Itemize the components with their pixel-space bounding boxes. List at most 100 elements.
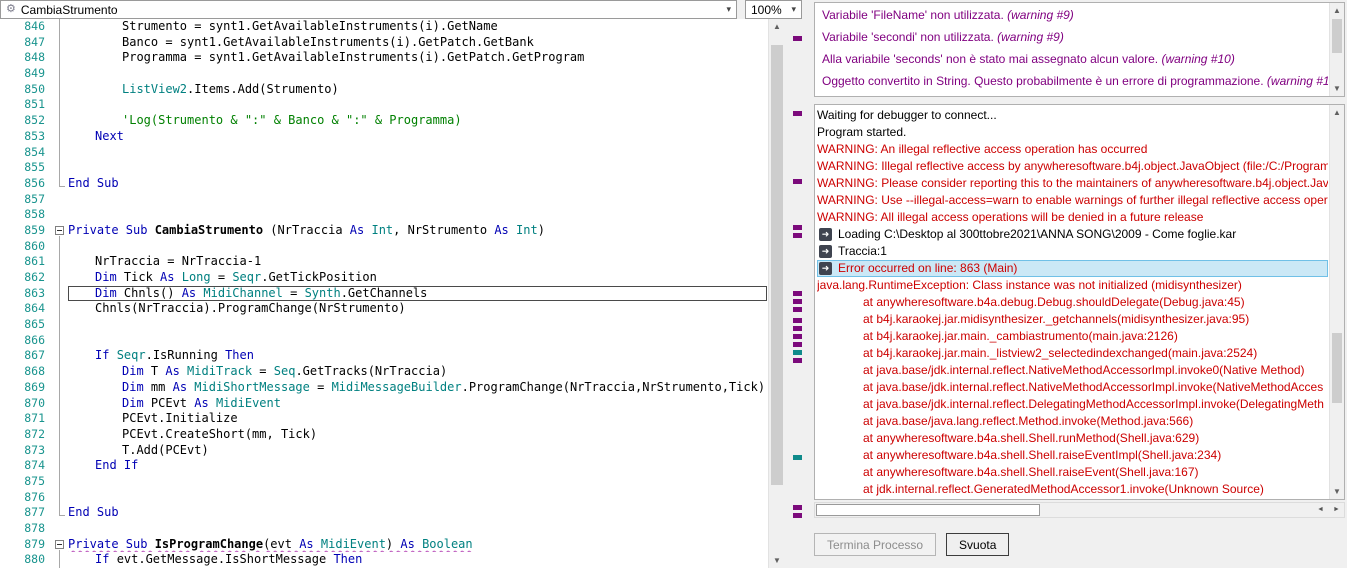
code-line[interactable]: 866 (0, 332, 768, 349)
scrollbar-thumb[interactable] (816, 504, 1040, 516)
goto-line-icon[interactable]: ➜ (819, 262, 832, 275)
scrollbar-thumb[interactable] (771, 45, 783, 485)
code-line[interactable]: 849 (0, 66, 768, 82)
code-line[interactable]: 853 Next (0, 128, 768, 145)
warning-item[interactable]: Variabile 'FileName' non utilizzata. (wa… (816, 4, 1328, 26)
log-line[interactable]: Program started. (817, 124, 1328, 141)
code-line[interactable]: 851 (0, 97, 768, 113)
scroll-left-icon[interactable]: ◄ (1313, 503, 1328, 517)
log-error-line[interactable]: at java.base/java.lang.reflect.Method.in… (817, 413, 1328, 430)
goto-line-icon[interactable]: ➜ (819, 228, 832, 241)
warning-item[interactable]: Alla variabile 'seconds' non è stato mai… (816, 48, 1328, 70)
code-line[interactable]: 879 Private Sub IsProgramChange(evt As Mi… (0, 537, 768, 553)
code-line[interactable]: 857 (0, 192, 768, 208)
code-line[interactable]: 878 (0, 521, 768, 537)
terminate-process-button[interactable]: Termina Processo (814, 533, 937, 556)
logs-horizontal-scrollbar[interactable]: ◄ ► (814, 502, 1345, 518)
warning-mark[interactable] (793, 233, 802, 238)
warning-mark[interactable] (793, 299, 802, 304)
warning-mark[interactable] (793, 318, 802, 323)
warning-mark[interactable] (793, 358, 802, 363)
log-error-line[interactable]: WARNING: Use --illegal-access=warn to en… (817, 192, 1328, 209)
log-error-line[interactable]: at anywheresoftware.b4a.debug.Debug.shou… (817, 294, 1328, 311)
code-line[interactable]: 870 Dim PCEvt As MidiEvent (0, 395, 768, 412)
log-error-line[interactable]: at b4j.karaokej.jar.main._cambiastrument… (817, 328, 1328, 345)
code-line[interactable]: 873 T.Add(PCEvt) (0, 442, 768, 459)
log-error-line[interactable]: at java.base/jdk.internal.reflect.Native… (817, 379, 1328, 396)
scroll-up-icon[interactable]: ▲ (769, 19, 785, 34)
code-line[interactable]: 847 Banco = synt1.GetAvailableInstruments… (0, 34, 768, 51)
code-line[interactable]: 854 (0, 144, 768, 161)
fold-collapse-icon[interactable] (55, 539, 64, 549)
scrollbar-annotations[interactable] (786, 19, 809, 568)
code-line[interactable]: 880 If evt.GetMessage.IsShortMessage Then (0, 552, 768, 568)
warning-mark[interactable] (793, 505, 802, 510)
code-line[interactable]: 876 (0, 489, 768, 506)
code-line[interactable]: 875 (0, 473, 768, 490)
log-link-line[interactable]: ➜ Error occurred on line: 863 (Main) (817, 260, 1328, 277)
warning-mark[interactable] (793, 225, 802, 230)
zoom-selector[interactable]: 100% ▾ (745, 0, 802, 19)
logs-vertical-scrollbar[interactable]: ▲ ▼ (1329, 105, 1344, 499)
code-line[interactable]: 850 ListView2.Items.Add(Strumento) (0, 81, 768, 98)
fold-collapse-icon[interactable] (55, 225, 64, 235)
code-line[interactable]: 868 Dim T As MidiTrack = Seq.GetTracks(Nr… (0, 364, 768, 380)
log-error-line[interactable]: at anywheresoftware.b4a.shell.Shell.runM… (817, 430, 1328, 447)
code-editor[interactable]: 846 Strumento = synt1.GetAvailableInstrum… (0, 19, 768, 568)
log-error-line[interactable]: at b4j.karaokej.jar.main._listview2_sele… (817, 345, 1328, 362)
warning-mark[interactable] (793, 179, 802, 184)
code-line[interactable]: 864 Chnls(NrTraccia).ProgramChange(NrStru… (0, 301, 768, 317)
code-line[interactable]: 869 Dim mm As MidiShortMessage = MidiMess… (0, 379, 768, 396)
log-link-line[interactable]: ➜ Traccia:1 (817, 243, 1328, 260)
info-mark[interactable] (793, 350, 802, 355)
code-line[interactable]: 877 End Sub (0, 505, 768, 521)
warning-mark[interactable] (793, 111, 802, 116)
code-line-current[interactable]: 863 Dim Chnls() As MidiChannel = Synth.Ge… (0, 285, 768, 302)
log-error-line[interactable]: at anywheresoftware.b4a.shell.Shell.rais… (817, 464, 1328, 481)
warning-item[interactable]: Oggetto convertito in String. Questo pro… (816, 70, 1328, 92)
scrollbar-thumb[interactable] (1332, 19, 1342, 53)
log-error-line[interactable]: WARNING: An illegal reflective access op… (817, 141, 1328, 158)
scroll-up-icon[interactable]: ▲ (1330, 3, 1344, 18)
log-error-line[interactable]: at jdk.internal.reflect.GeneratedMethodA… (817, 481, 1328, 497)
code-line[interactable]: 846 Strumento = synt1.GetAvailableInstrum… (0, 19, 768, 35)
log-error-line[interactable]: WARNING: Please consider reporting this … (817, 175, 1328, 192)
code-line[interactable]: 848 Programma = synt1.GetAvailableInstrum… (0, 50, 768, 66)
warning-item[interactable]: Variabile 'secondi' non utilizzata. (war… (816, 26, 1328, 48)
goto-line-icon[interactable]: ➜ (819, 245, 832, 258)
editor-vertical-scrollbar[interactable]: ▲ ▼ (768, 19, 785, 568)
log-error-line[interactable]: at b4j.karaokej.jar.midisynthesizer._get… (817, 311, 1328, 328)
log-link-line[interactable]: ➜ Loading C:\Desktop al 300ttobre2021\ANN… (817, 226, 1328, 243)
log-error-line[interactable]: at java.base/jdk.internal.reflect.Native… (817, 362, 1328, 379)
scroll-right-icon[interactable]: ► (1329, 503, 1344, 517)
log-error-line[interactable]: WARNING: Illegal reflective access by an… (817, 158, 1328, 175)
warning-mark[interactable] (793, 307, 802, 312)
code-line[interactable]: 859 Private Sub CambiaStrumento (NrTracci… (0, 223, 768, 239)
scrollbar-thumb[interactable] (1332, 333, 1342, 403)
warning-mark[interactable] (793, 291, 802, 296)
log-error-line[interactable]: java.lang.RuntimeException: Class instan… (817, 277, 1328, 294)
code-line[interactable]: 862 Dim Tick As Long = Seqr.GetTickPositi… (0, 270, 768, 286)
code-line[interactable]: 865 (0, 317, 768, 333)
log-error-line[interactable]: at anywheresoftware.b4a.shell.Shell.rais… (817, 447, 1328, 464)
warning-mark[interactable] (793, 326, 802, 331)
info-mark[interactable] (793, 455, 802, 460)
code-line[interactable]: 861 NrTraccia = NrTraccia-1 (0, 254, 768, 270)
warning-mark[interactable] (793, 36, 802, 41)
code-line[interactable]: 852 'Log(Strumento & ":" & Banco & ":" & … (0, 113, 768, 129)
code-line[interactable]: 871 PCEvt.Initialize (0, 411, 768, 427)
warning-mark[interactable] (793, 513, 802, 518)
scroll-down-icon[interactable]: ▼ (769, 553, 785, 568)
scroll-down-icon[interactable]: ▼ (1330, 484, 1344, 499)
code-line[interactable]: 860 (0, 238, 768, 255)
code-line[interactable]: 855 (0, 160, 768, 176)
log-error-line[interactable]: at java.base/jdk.internal.reflect.Delega… (817, 396, 1328, 413)
code-line[interactable]: 867 If Seqr.IsRunning Then (0, 348, 768, 364)
code-line[interactable]: 856 End Sub (0, 175, 768, 192)
code-line[interactable]: 872 PCEvt.CreateShort(mm, Tick) (0, 426, 768, 443)
log-line[interactable]: Waiting for debugger to connect... (817, 107, 1328, 124)
clear-logs-button[interactable]: Svuota (946, 533, 1010, 556)
scroll-up-icon[interactable]: ▲ (1330, 105, 1344, 120)
warnings-vertical-scrollbar[interactable]: ▲ ▼ (1329, 3, 1344, 96)
log-error-line[interactable]: WARNING: All illegal access operations w… (817, 209, 1328, 226)
